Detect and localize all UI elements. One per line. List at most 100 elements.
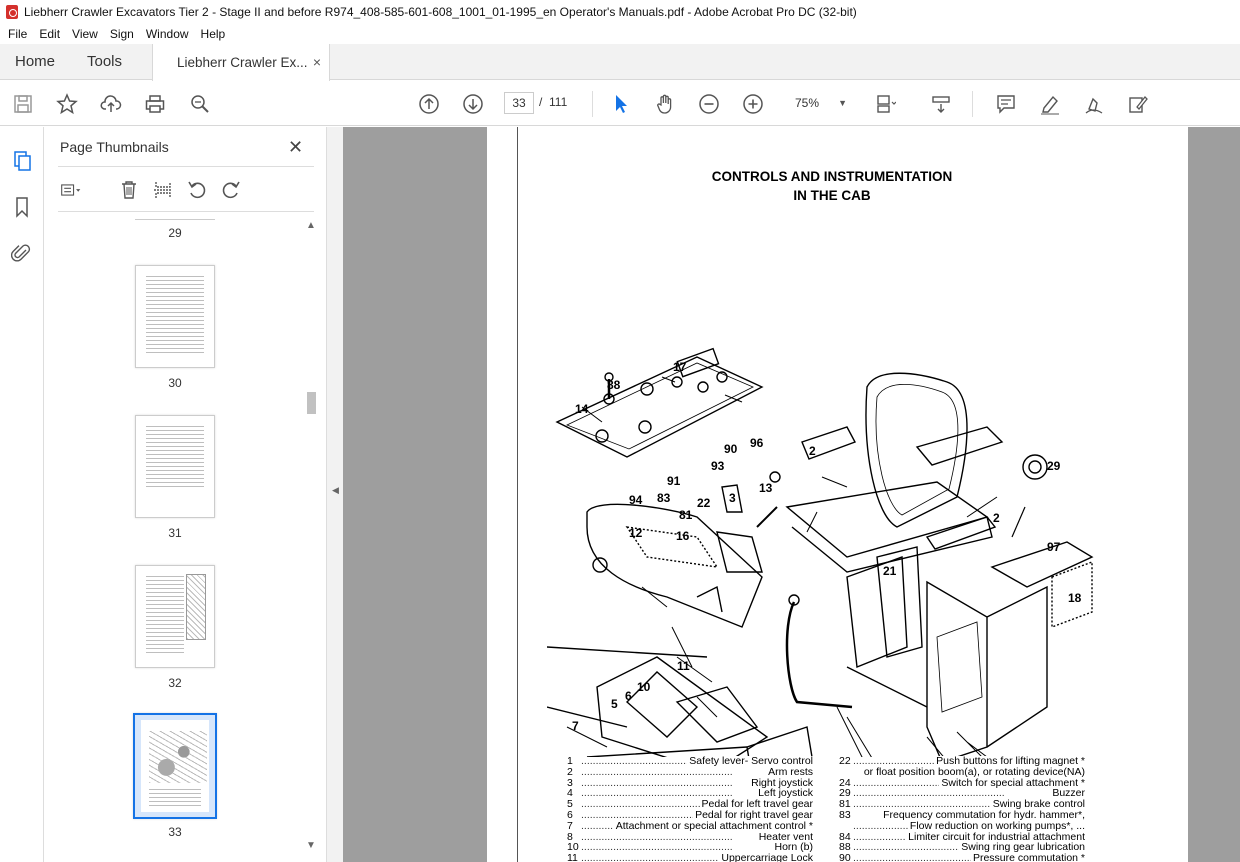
cab-controls-diagram: 17 88 14 96 90 93 2 91 83 94 13 29 22 3 … xyxy=(547,347,1094,757)
tab-document[interactable]: Liebherr Crawler Ex... × xyxy=(152,44,330,81)
toolbar-divider xyxy=(972,91,973,117)
callout: 13 xyxy=(759,481,773,495)
document-heading: CONTROLS AND INSTRUMENTATION IN THE CAB xyxy=(637,167,1027,205)
legend-row: or float position boom(a), or rotating d… xyxy=(839,766,1085,778)
legend-row: ........................................… xyxy=(839,819,1085,832)
callout: 83 xyxy=(657,491,671,505)
callout: 21 xyxy=(883,564,897,578)
delete-page-icon[interactable] xyxy=(116,177,142,203)
save-icon[interactable] xyxy=(10,91,36,117)
page-fit-icon[interactable] xyxy=(872,91,898,117)
menu-view[interactable]: View xyxy=(72,27,98,41)
thumbnail-page-30[interactable] xyxy=(135,265,215,368)
callout: 12 xyxy=(629,526,643,540)
hand-tool-icon[interactable] xyxy=(652,91,678,117)
legend-text: Attachment or special attachment control… xyxy=(613,819,813,832)
rotate-left-icon[interactable] xyxy=(184,177,210,203)
thumbnail-scrollbar[interactable]: ▲ ▼ xyxy=(304,220,318,860)
zoom-out-icon[interactable] xyxy=(696,91,722,117)
print-icon[interactable] xyxy=(142,91,168,117)
legend-text: Pressure commutation * xyxy=(970,852,1085,862)
bookmark-star-icon[interactable] xyxy=(54,91,80,117)
menu-edit[interactable]: Edit xyxy=(39,27,60,41)
callout: 91 xyxy=(667,474,681,488)
callout: 90 xyxy=(724,442,738,456)
find-zoom-icon[interactable] xyxy=(187,91,213,117)
callout: 7 xyxy=(572,719,579,733)
legend-left-column: 1.......................................… xyxy=(567,756,813,862)
scroll-up-icon[interactable]: ▲ xyxy=(304,220,318,231)
legend-row: 24......................................… xyxy=(839,776,1085,789)
callout: 3 xyxy=(729,491,736,505)
comment-icon[interactable] xyxy=(993,91,1019,117)
zoom-level-value: 75% xyxy=(795,96,820,110)
callout: 93 xyxy=(711,459,725,473)
scroll-mode-icon[interactable] xyxy=(928,91,954,117)
menu-file[interactable]: File xyxy=(8,27,27,41)
legend-text: Uppercarriage Lock xyxy=(719,852,813,862)
rotate-right-icon[interactable] xyxy=(218,177,244,203)
heading-line-1: CONTROLS AND INSTRUMENTATION xyxy=(711,169,953,184)
thumbnail-page-31[interactable] xyxy=(135,415,215,518)
callout: 2 xyxy=(993,511,1000,525)
callout: 5 xyxy=(611,697,618,711)
close-panel-icon[interactable]: ✕ xyxy=(288,137,303,158)
callout: 22 xyxy=(697,496,711,510)
thumbnail-list: 29 30 31 32 33 xyxy=(58,219,316,859)
zoom-level-select[interactable]: 75% ▼ xyxy=(785,92,853,114)
thumbnail-page-33-selected[interactable] xyxy=(133,713,217,819)
bookmarks-icon[interactable] xyxy=(10,195,34,219)
thumbnail-label: 29 xyxy=(168,226,182,240)
select-cursor-icon[interactable] xyxy=(608,91,634,117)
extract-pages-icon[interactable] xyxy=(150,177,176,203)
callout: 88 xyxy=(607,378,621,392)
menu-sign[interactable]: Sign xyxy=(110,27,134,41)
legend-right-column: 22......................................… xyxy=(839,756,1085,862)
panel-collapse-handle[interactable]: ◀ xyxy=(326,127,343,862)
total-pages: 111 xyxy=(549,95,568,109)
tab-tools[interactable]: Tools xyxy=(87,53,122,70)
page-margin-line xyxy=(517,127,518,862)
thumbnail-label: 31 xyxy=(168,526,182,540)
tab-home[interactable]: Home xyxy=(15,53,55,70)
page-thumbnails-icon[interactable] xyxy=(10,149,34,173)
callout: 2 xyxy=(809,444,816,458)
heading-line-2: IN THE CAB xyxy=(793,188,871,203)
thumbnail-label: 33 xyxy=(168,825,182,839)
draw-pen-icon[interactable] xyxy=(1081,91,1107,117)
thumbnail-page-32[interactable] xyxy=(135,565,215,668)
scroll-down-icon[interactable]: ▼ xyxy=(304,840,318,851)
panel-divider xyxy=(58,166,314,167)
attachments-paperclip-icon[interactable] xyxy=(10,241,34,265)
menu-bar: File Edit View Sign Window Help xyxy=(0,24,1240,44)
upload-cloud-icon[interactable] xyxy=(98,91,124,117)
legend-number: 83 xyxy=(839,808,851,821)
fill-sign-icon[interactable] xyxy=(1125,91,1151,117)
menu-window[interactable]: Window xyxy=(146,27,189,41)
chevron-down-icon: ▼ xyxy=(838,98,847,108)
diagram-callouts: 17 88 14 96 90 93 2 91 83 94 13 29 22 3 … xyxy=(572,360,1082,733)
page-separator: / xyxy=(539,95,543,109)
previous-page-icon[interactable] xyxy=(416,91,442,117)
highlight-pen-icon[interactable] xyxy=(1037,91,1063,117)
callout: 96 xyxy=(750,436,764,450)
legend-row: 2.......................................… xyxy=(567,765,813,778)
thumbnail-label: 32 xyxy=(168,676,182,690)
legend-row: 7.......................................… xyxy=(567,819,813,832)
callout: 11 xyxy=(677,659,690,673)
menu-help[interactable]: Help xyxy=(201,27,226,41)
page-number-input[interactable]: 33 xyxy=(504,92,534,114)
scrollbar-thumb[interactable] xyxy=(307,392,316,414)
callout: 14 xyxy=(575,402,589,416)
legend-text: Flow reduction on working pumps*, ... xyxy=(907,819,1085,832)
legend-row: 11......................................… xyxy=(567,852,813,862)
callout: 97 xyxy=(1047,540,1061,554)
close-tab-icon[interactable]: × xyxy=(313,54,321,70)
callout: 18 xyxy=(1068,591,1082,605)
callout: 94 xyxy=(629,493,643,507)
zoom-in-icon[interactable] xyxy=(740,91,766,117)
document-viewer[interactable]: CONTROLS AND INSTRUMENTATION IN THE CAB xyxy=(343,127,1240,862)
next-page-icon[interactable] xyxy=(460,91,486,117)
page-total: / 111 xyxy=(539,95,567,109)
thumbnail-options-icon[interactable] xyxy=(58,177,84,203)
